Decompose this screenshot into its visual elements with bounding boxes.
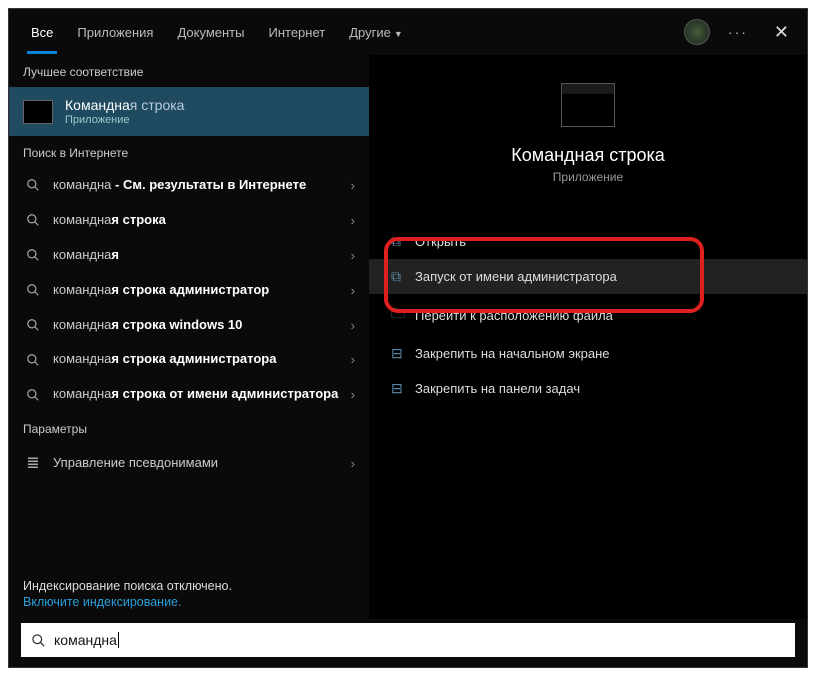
preview-pane: Командная строка Приложение ⧉Открыть ⧉За… <box>369 55 807 619</box>
web-result[interactable]: командная › <box>9 238 369 273</box>
search-panel: Все Приложения Документы Интернет Другие… <box>8 8 808 668</box>
chevron-right-icon: › <box>351 178 355 193</box>
search-icon <box>23 353 43 367</box>
notice-text: Индексирование поиска отключено. <box>23 579 355 593</box>
search-icon <box>23 283 43 297</box>
text-cursor <box>118 632 119 648</box>
chevron-right-icon: › <box>351 352 355 367</box>
best-match-item[interactable]: Командная строка Приложение <box>9 87 369 136</box>
enable-indexing-link[interactable]: Включите индексирование. <box>23 595 355 609</box>
search-icon <box>23 318 43 332</box>
section-best-match: Лучшее соответствие <box>9 55 369 87</box>
close-button[interactable]: ✕ <box>766 18 797 47</box>
pin-icon: ⊟ <box>391 345 415 362</box>
action-run-as-admin[interactable]: ⧉Запуск от имени администратора <box>369 259 807 294</box>
search-icon <box>23 178 43 192</box>
section-settings: Параметры <box>9 412 369 444</box>
tab-apps[interactable]: Приложения <box>65 11 165 54</box>
chevron-right-icon: › <box>351 213 355 228</box>
search-value: командна <box>54 632 117 648</box>
tab-documents[interactable]: Документы <box>165 11 256 54</box>
chevron-right-icon: › <box>351 318 355 333</box>
pin-icon: ⊟ <box>391 380 415 397</box>
settings-result[interactable]: ≣ Управление псевдонимами › <box>9 444 369 482</box>
action-pin-taskbar[interactable]: ⊟Закрепить на панели задач <box>369 371 807 406</box>
search-icon <box>23 213 43 227</box>
tab-other[interactable]: Другие▼ <box>337 11 415 54</box>
web-result[interactable]: командная строка windows 10 › <box>9 308 369 343</box>
cmd-icon <box>23 100 53 124</box>
action-pin-start[interactable]: ⊟Закрепить на начальном экране <box>369 336 807 371</box>
list-icon: ≣ <box>23 453 43 473</box>
more-button[interactable]: ··· <box>728 24 748 40</box>
tab-internet[interactable]: Интернет <box>256 11 337 54</box>
tab-all[interactable]: Все <box>19 11 65 54</box>
cmd-icon <box>561 83 615 127</box>
search-icon <box>31 633 46 648</box>
chevron-right-icon: › <box>351 248 355 263</box>
search-icon <box>23 248 43 262</box>
indexing-notice: Индексирование поиска отключено. Включит… <box>9 571 369 619</box>
chevron-right-icon: › <box>351 283 355 298</box>
chevron-right-icon: › <box>351 387 355 402</box>
preview-title: Командная строка <box>511 145 665 166</box>
web-result[interactable]: командная строка администратора › <box>9 342 369 377</box>
action-open-location[interactable]: 🗀Перейти к расположению файла <box>369 294 807 336</box>
chevron-right-icon: › <box>351 456 355 471</box>
search-icon <box>23 388 43 402</box>
filter-tabs: Все Приложения Документы Интернет Другие… <box>19 11 415 54</box>
section-web: Поиск в Интернете <box>9 136 369 168</box>
admin-icon: ⧉ <box>391 268 415 285</box>
folder-icon: 🗀 <box>391 303 415 327</box>
chevron-down-icon: ▼ <box>394 29 403 39</box>
search-input[interactable]: командна <box>21 623 795 657</box>
open-icon: ⧉ <box>391 233 415 250</box>
results-column: Лучшее соответствие Командная строка При… <box>9 55 369 619</box>
header: Все Приложения Документы Интернет Другие… <box>9 9 807 55</box>
avatar[interactable] <box>684 19 710 45</box>
web-result[interactable]: командна - См. результаты в Интернете › <box>9 168 369 203</box>
action-open[interactable]: ⧉Открыть <box>369 224 807 259</box>
web-result[interactable]: командная строка администратор › <box>9 273 369 308</box>
preview-subtitle: Приложение <box>553 170 623 184</box>
web-result[interactable]: командная строка от имени администратора… <box>9 377 369 412</box>
web-result[interactable]: командная строка › <box>9 203 369 238</box>
